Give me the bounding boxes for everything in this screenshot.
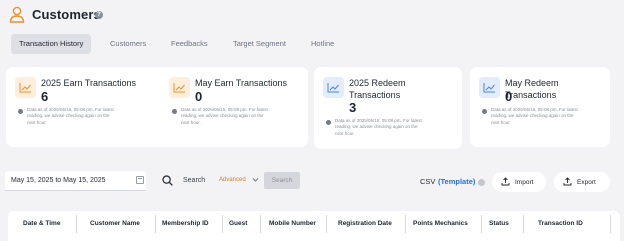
card-value: 0 <box>195 89 203 104</box>
import-label: Import <box>515 179 534 186</box>
divider <box>76 215 77 233</box>
transactions-table-header: Date & Time Customer Name Membership ID … <box>8 211 620 241</box>
trend-up-icon <box>169 77 190 98</box>
column-mobile-number[interactable]: Mobile Number <box>269 220 316 227</box>
help-icon[interactable] <box>478 179 485 186</box>
card-note: Data as of 2025/05/15, 05:08 pm. For lat… <box>181 107 268 125</box>
search-mode-select[interactable]: Advanced <box>210 172 263 189</box>
export-button[interactable]: Export <box>554 172 610 192</box>
date-range-picker[interactable]: May 15, 2025 to May 15, 2025 <box>5 171 146 191</box>
stat-card-2025-earn: 2025 Earn Transactions 6 Data as of 2025… <box>6 67 173 147</box>
column-membership-id[interactable]: Membership ID <box>162 220 209 227</box>
card-note: Data as of 2025/05/15, 05:08 pm. For lat… <box>27 107 114 125</box>
divider <box>405 215 406 233</box>
upload-icon <box>563 177 572 186</box>
export-label: Export <box>577 179 596 186</box>
chevron-down-icon <box>252 178 259 182</box>
card-title: May Redeem Transactions <box>505 78 559 100</box>
divider <box>260 215 261 233</box>
card-title: 2025 Redeem Transactions <box>349 78 406 100</box>
csv-label: CSV <box>420 177 436 186</box>
stat-card-may-earn: May Earn Transactions 0 Data as of 2025/… <box>160 67 308 147</box>
tab-feedbacks[interactable]: Feedbacks <box>163 34 216 54</box>
divider <box>523 215 524 233</box>
card-value: 3 <box>349 100 357 115</box>
divider <box>326 215 327 233</box>
search-icon[interactable] <box>162 175 173 186</box>
tab-target-segment[interactable]: Target Segment <box>225 34 294 54</box>
page-title: Customers <box>32 7 101 22</box>
info-icon <box>18 109 23 114</box>
card-title: May Earn Transactions <box>195 78 288 88</box>
card-note: Data as of 2025/05/15, 05:08 pm. For lat… <box>491 107 578 125</box>
info-icon <box>482 109 487 114</box>
stat-card-may-redeem: May Redeem Transactions 0 Data as of 202… <box>470 67 610 147</box>
divider <box>5 190 146 191</box>
divider <box>155 215 156 233</box>
trend-up-icon <box>479 77 500 98</box>
stat-card-2025-redeem: 2025 Redeem Transactions 3 Data as of 20… <box>314 67 462 149</box>
column-customer-name[interactable]: Customer Name <box>90 220 140 227</box>
search-mode-value: Advanced <box>219 177 246 183</box>
divider <box>481 215 482 233</box>
column-guest[interactable]: Guest <box>229 220 247 227</box>
column-date-time[interactable]: Date & Time <box>23 220 60 227</box>
help-icon[interactable]: ? <box>95 11 103 19</box>
column-status[interactable]: Status <box>489 220 509 227</box>
column-transaction-id[interactable]: Transaction ID <box>538 220 583 227</box>
column-registration-date[interactable]: Registration Date <box>338 220 392 227</box>
tab-hotline[interactable]: Hotline <box>303 34 342 54</box>
card-value: 0 <box>505 89 513 104</box>
info-icon <box>172 109 177 114</box>
csv-template-link[interactable]: (Template) <box>438 177 475 186</box>
search-button[interactable]: Search <box>264 172 300 189</box>
search-input[interactable]: Search <box>183 177 205 184</box>
column-points-mechanics[interactable]: Points Mechanics <box>413 220 468 227</box>
date-range-value: May 15, 2025 to May 15, 2025 <box>11 177 106 184</box>
tab-transaction-history[interactable]: Transaction History <box>11 34 92 54</box>
trend-up-icon <box>15 77 36 98</box>
calendar-icon[interactable] <box>136 176 144 184</box>
divider <box>222 215 223 233</box>
card-title: 2025 Earn Transactions <box>41 78 137 88</box>
import-button[interactable]: Import <box>492 172 546 192</box>
trend-up-icon <box>323 77 344 98</box>
info-icon <box>326 120 331 125</box>
upload-icon <box>501 177 510 186</box>
divider <box>610 215 611 233</box>
user-icon <box>9 6 25 23</box>
card-value: 6 <box>41 89 49 104</box>
tab-bar: Transaction History Customers Feedbacks … <box>0 34 624 56</box>
page-header: Customers ? <box>0 0 624 32</box>
card-note: Data as of 2025/05/15, 05:08 pm. For lat… <box>335 118 422 136</box>
tab-customers[interactable]: Customers <box>102 34 154 54</box>
